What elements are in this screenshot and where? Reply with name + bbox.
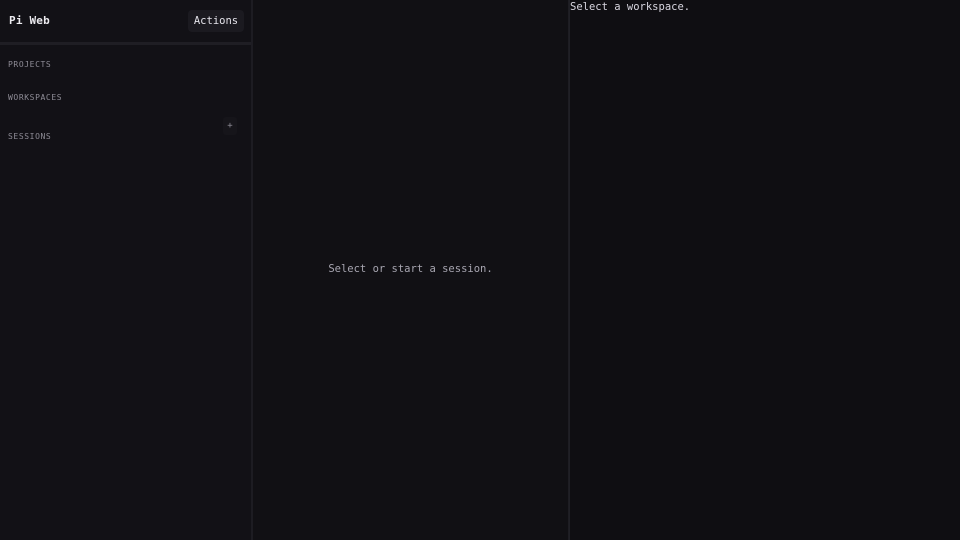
workspaces-section-label: WORKSPACES bbox=[8, 93, 63, 102]
app-title: Pi Web bbox=[9, 14, 50, 27]
workspace-panel: Select a workspace. bbox=[569, 0, 960, 540]
sessions-section: SESSIONS + bbox=[8, 117, 241, 141]
add-session-button[interactable]: + bbox=[223, 117, 237, 135]
app-window: Pi Web Actions PROJECTS WORKSPACES SESSI… bbox=[0, 0, 960, 540]
projects-section-label: PROJECTS bbox=[8, 60, 52, 69]
sidebar-header: Pi Web Actions bbox=[0, 0, 251, 45]
workspace-empty-message: Select a workspace. bbox=[570, 1, 691, 13]
workspaces-section: WORKSPACES bbox=[8, 85, 241, 102]
sessions-section-label: SESSIONS bbox=[8, 132, 52, 141]
session-empty-message: Select or start a session. bbox=[328, 263, 493, 275]
sidebar: Pi Web Actions PROJECTS WORKSPACES SESSI… bbox=[0, 0, 253, 540]
session-panel: Select or start a session. bbox=[253, 0, 569, 540]
actions-button[interactable]: Actions bbox=[188, 10, 244, 32]
projects-section: PROJECTS bbox=[8, 52, 241, 69]
